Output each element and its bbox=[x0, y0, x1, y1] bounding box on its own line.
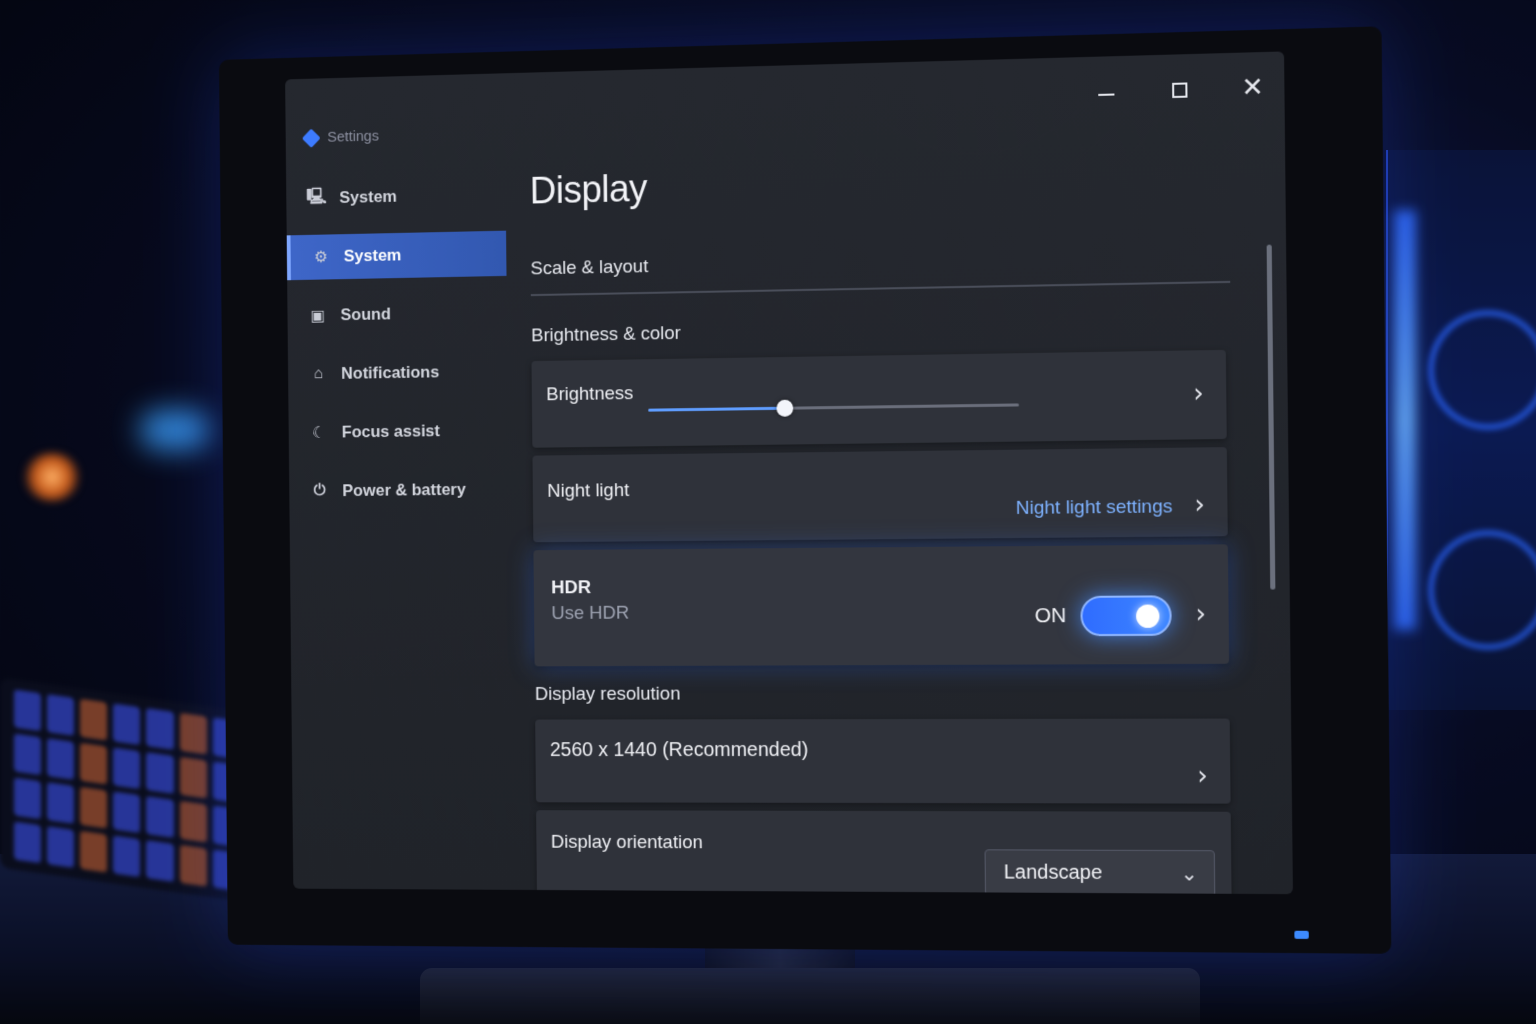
chevron-right-icon[interactable]: › bbox=[1194, 490, 1205, 520]
maximize-button[interactable] bbox=[1162, 74, 1197, 105]
sidebar-item-power-battery[interactable]: ⏻ Power & battery bbox=[289, 467, 509, 514]
brightness-slider-fill bbox=[648, 406, 785, 412]
brightness-label: Brightness bbox=[546, 383, 634, 406]
sound-icon: ▣ bbox=[310, 307, 326, 325]
sidebar-item-sound[interactable]: ▣ Sound bbox=[287, 290, 507, 339]
window-controls: ✕ bbox=[1089, 72, 1270, 107]
scrollbar[interactable] bbox=[1266, 244, 1276, 590]
settings-window: Settings ✕ 🖳 System ⚙ System ▣ Sound ⌂ N… bbox=[285, 51, 1293, 895]
app-title-text: Settings bbox=[327, 127, 379, 146]
brightness-slider[interactable] bbox=[648, 399, 1019, 417]
page-title: Display bbox=[529, 168, 648, 213]
power-led bbox=[1294, 930, 1309, 939]
sidebar-item-label: Focus assist bbox=[341, 421, 441, 442]
sidebar-item-label: Notifications bbox=[341, 362, 440, 383]
minimize-icon bbox=[1098, 93, 1115, 96]
tower-fan bbox=[1428, 310, 1536, 430]
orientation-selected: Landscape bbox=[1003, 860, 1103, 884]
close-icon: ✕ bbox=[1241, 72, 1264, 104]
focus-assist-icon: ☾ bbox=[312, 424, 326, 442]
sidebar-item-label: System bbox=[343, 245, 402, 266]
brightness-color-header: Brightness & color bbox=[531, 323, 681, 347]
background-lamp bbox=[22, 452, 82, 502]
toggle-knob bbox=[1135, 604, 1160, 628]
sidebar-item-label: System bbox=[339, 186, 398, 207]
sidebar-item-label: Sound bbox=[340, 304, 391, 325]
display-resolution-card[interactable]: 2560 x 1440 (Recommended) › bbox=[535, 718, 1231, 804]
section-divider bbox=[530, 280, 1231, 297]
sidebar: 🖳 System ⚙ System ▣ Sound ⌂ Notification… bbox=[286, 172, 509, 528]
monitor: Settings ✕ 🖳 System ⚙ System ▣ Sound ⌂ N… bbox=[218, 26, 1392, 954]
sidebar-item-system-active[interactable]: ⚙ System bbox=[286, 230, 507, 281]
monitor-base bbox=[420, 968, 1200, 1024]
night-light-settings-link[interactable]: Night light settings bbox=[1016, 496, 1173, 520]
sidebar-item-label: Power & battery bbox=[342, 480, 466, 500]
notifications-icon: ⌂ bbox=[313, 365, 324, 383]
title-bar: Settings ✕ bbox=[285, 51, 1285, 148]
scale-layout-header: Scale & layout bbox=[530, 256, 649, 280]
display-resolution-header: Display resolution bbox=[534, 683, 681, 705]
sidebar-item-notifications[interactable]: ⌂ Notifications bbox=[288, 349, 508, 398]
hdr-toggle-state: ON bbox=[1034, 604, 1067, 628]
tower-light-strip bbox=[1394, 210, 1416, 630]
orientation-label: Display orientation bbox=[550, 831, 703, 854]
power-icon: ⏻ bbox=[313, 482, 326, 500]
app-title: Settings bbox=[301, 127, 379, 148]
chevron-right-icon[interactable]: › bbox=[1195, 599, 1206, 629]
display-icon: ⚙ bbox=[314, 249, 328, 267]
main-content: Display Scale & layout Brightness & colo… bbox=[529, 154, 1242, 895]
minimize-button[interactable] bbox=[1089, 76, 1124, 107]
hdr-card[interactable]: HDR Use HDR ON › bbox=[533, 544, 1230, 667]
chevron-right-icon[interactable]: › bbox=[1193, 379, 1204, 410]
resolution-value: 2560 x 1440 (Recommended) bbox=[549, 739, 809, 761]
sidebar-item-focus-assist[interactable]: ☾ Focus assist bbox=[288, 408, 508, 456]
system-icon: 🖳 bbox=[306, 188, 327, 206]
pc-tower bbox=[1386, 150, 1536, 710]
hdr-toggle[interactable] bbox=[1080, 595, 1172, 637]
night-light-card[interactable]: Night light Night light settings › bbox=[532, 447, 1228, 543]
tower-fan bbox=[1428, 530, 1536, 650]
sidebar-item-system[interactable]: 🖳 System bbox=[286, 172, 506, 222]
chevron-right-icon[interactable]: › bbox=[1197, 761, 1208, 791]
brightness-card: Brightness › bbox=[531, 349, 1227, 448]
close-button[interactable]: ✕ bbox=[1235, 72, 1270, 103]
background-glow bbox=[140, 410, 210, 450]
brightness-slider-thumb[interactable] bbox=[776, 399, 794, 417]
display-orientation-card: Display orientation Landscape ⌄ bbox=[536, 810, 1232, 895]
hdr-title: HDR bbox=[551, 577, 592, 599]
orientation-dropdown[interactable]: Landscape ⌄ bbox=[984, 849, 1216, 895]
night-light-label: Night light bbox=[547, 480, 630, 502]
settings-logo-icon bbox=[301, 128, 321, 148]
maximize-icon bbox=[1171, 81, 1187, 98]
chevron-down-icon: ⌄ bbox=[1180, 861, 1198, 886]
hdr-subtitle: Use HDR bbox=[551, 602, 630, 624]
